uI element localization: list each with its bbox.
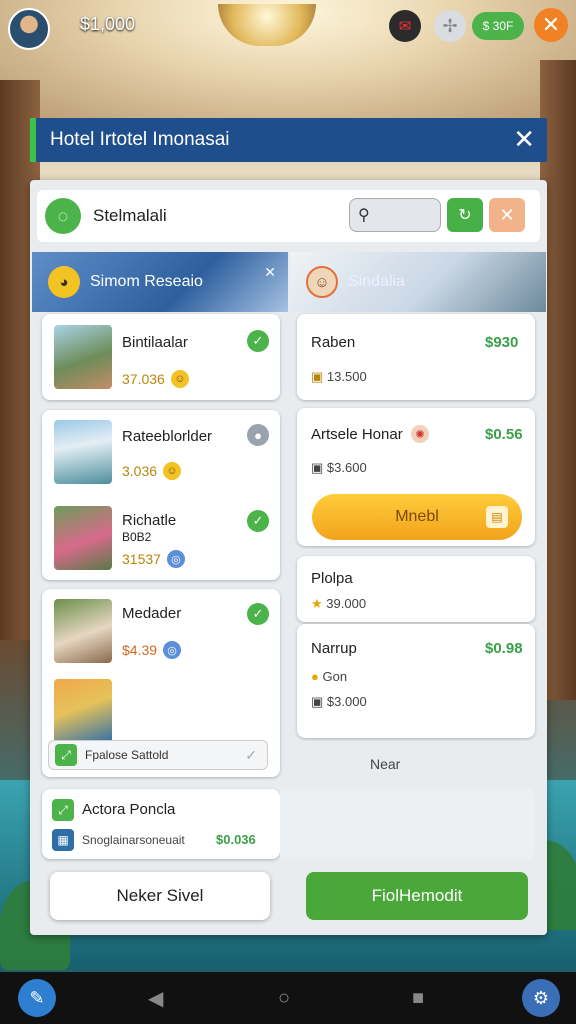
calculator-icon: ▦ (52, 829, 74, 851)
check-icon: ✓ (247, 510, 269, 532)
item-sub: ▣ 13.500 (311, 369, 367, 384)
home-icon[interactable]: ○ (278, 987, 290, 1010)
secondary-button[interactable]: Neker Sivel (50, 872, 270, 920)
item-value: 3.036 ☺ (122, 462, 182, 480)
avatar: ☺ (306, 266, 338, 298)
guest-photo (54, 506, 112, 570)
item-name: Narrup (311, 640, 357, 657)
tab-reservation[interactable]: ◕ Simom Reseaio ✕ (32, 252, 288, 312)
search-icon: ⚲ (358, 207, 370, 224)
clear-button[interactable]: ✕ (489, 198, 525, 232)
near-label: Near (370, 756, 401, 772)
badge-icon: ◎ (163, 641, 182, 659)
item-code: B0B2 (122, 530, 152, 544)
footer-label: Fpalose Sattold (85, 748, 169, 762)
expand-icon: ⤢ (55, 744, 77, 766)
summary-card-right (280, 789, 535, 859)
mail-icon[interactable]: ✉ (389, 10, 421, 42)
smile-icon: ☺ (170, 370, 189, 388)
chevron-down-icon: ✓ (245, 746, 257, 763)
guest-photo (54, 679, 112, 743)
primary-button[interactable]: FiolHemodit (306, 872, 528, 920)
ticket-icon: ▤ (486, 506, 508, 528)
brand-name: Stelmalali (93, 206, 167, 225)
settings-icon[interactable]: ⚙ (522, 979, 560, 1017)
cash-label: $ 30F (482, 19, 514, 33)
item-sub: ★ 39.000 (311, 596, 367, 611)
guest-photo (54, 420, 112, 484)
tab-label: Simom Reseaio (90, 273, 203, 290)
summary-price: $0.036 (216, 832, 256, 847)
app-shortcut-icon[interactable]: ✎ (18, 979, 56, 1017)
item-sub: ▣ $3.600 (311, 460, 367, 475)
item-value: $4.39 ◎ (122, 641, 182, 659)
dialog-title-bar: Hotel Irtotel Imonasai ✕ (30, 118, 547, 162)
close-icon[interactable]: ✕ (264, 264, 276, 281)
summary-card[interactable]: ⤢ Actora Poncla ▦ Snoglainarsoneuait $0.… (42, 789, 280, 859)
chat-icon: ◌ (45, 198, 81, 234)
item-price: $930 (485, 334, 519, 351)
list-item[interactable]: Narrup $0.98 ● Gon ▣ $3.000 (297, 624, 535, 738)
ticket-icon: ▣ (311, 460, 324, 475)
check-icon: ✓ (247, 330, 269, 352)
expand-icon: ⤢ (52, 799, 74, 821)
badge-icon: ◎ (166, 550, 185, 568)
close-icon[interactable]: ✕ (513, 124, 535, 155)
fan-icon[interactable]: ✢ (434, 10, 466, 42)
star-icon: ★ (311, 596, 323, 611)
primary-button-label: FiolHemodit (371, 886, 463, 905)
item-price: $0.56 (485, 426, 523, 443)
search-row: ◌ Stelmalali ⚲ ↻ ✕ (37, 190, 540, 242)
summary-sub: Snoglainarsoneuait (82, 833, 185, 847)
secondary-button-label: Neker Sivel (116, 886, 204, 905)
book-button-label: Mnebl (395, 508, 439, 525)
item-name: Rateeblorlder (122, 428, 213, 445)
list-item[interactable]: Rateeblorlder 3.036 ☺ ● Richatle B0B2 315… (42, 410, 280, 580)
flag-icon: ✺ (411, 425, 429, 443)
cash-button[interactable]: $ 30F (472, 12, 524, 40)
android-nav-bar: ✎ ◀ ○ ■ ⚙ (0, 972, 576, 1024)
item-name: Raben (311, 334, 356, 351)
smile-icon: ☺ (163, 462, 182, 480)
coin-counter: $1,000 (80, 14, 136, 34)
item-value: 31537 ◎ (122, 550, 185, 568)
item-sub: ▣ $3.000 (311, 694, 367, 709)
ticket-icon: ▣ (311, 369, 324, 384)
book-button[interactable]: Mnebl ▤ (312, 494, 522, 540)
tab-label: Sindalia (348, 273, 405, 290)
ticket-icon: ▣ (311, 694, 324, 709)
item-name: Artsele Honar (311, 426, 403, 443)
player-avatar[interactable] (8, 8, 50, 50)
room-photo (54, 599, 112, 663)
close-icon[interactable]: ✕ (534, 8, 568, 42)
coin-icon: ● (311, 669, 319, 684)
recents-icon[interactable]: ■ (412, 987, 424, 1010)
search-input[interactable]: ⚲ (349, 198, 441, 232)
dialog-title: Hotel Irtotel Imonasai (50, 129, 230, 150)
item-name: Plolpa (311, 570, 353, 587)
check-icon: ✓ (247, 603, 269, 625)
item-name: Richatle (122, 512, 177, 529)
tab-sindalia[interactable]: ☺ Sindalia (290, 252, 546, 312)
list-item[interactable]: Plolpa ★ 39.000 (297, 556, 535, 622)
info-icon: ● (247, 424, 269, 446)
back-icon[interactable]: ◀ (148, 986, 163, 1011)
list-footer-toggle[interactable]: ⤢ Fpalose Sattold ✓ (48, 740, 268, 770)
basket-icon: ◕ (48, 266, 80, 298)
list-item[interactable]: Raben $930 ▣ 13.500 (297, 314, 535, 400)
item-sub: ● Gon (311, 669, 348, 684)
item-price: $0.98 (485, 640, 523, 657)
summary-title: Actora Poncla (82, 801, 176, 818)
list-item[interactable]: Bintilaalar 37.036 ☺ ✓ (42, 314, 280, 400)
item-name: Medader (122, 605, 182, 622)
refresh-button[interactable]: ↻ (447, 198, 483, 232)
item-value: 37.036 ☺ (122, 370, 189, 388)
item-name: Bintilaalar (122, 334, 188, 351)
guest-photo (54, 325, 112, 389)
